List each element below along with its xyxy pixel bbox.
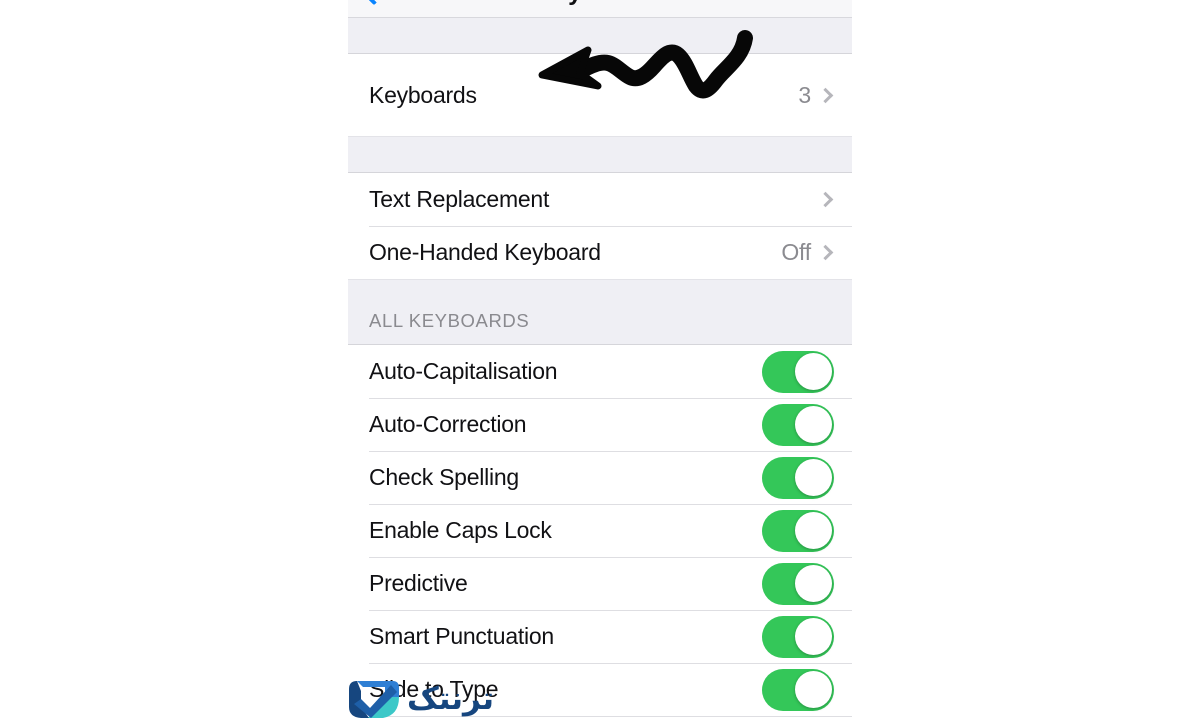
toggle-enable-caps-lock[interactable]	[762, 509, 834, 552]
chevron-right-icon	[817, 87, 834, 103]
row-label: Text Replacement	[369, 186, 550, 212]
toggle-auto-correction[interactable]	[762, 403, 834, 446]
watermark: ترنتک	[347, 677, 495, 720]
row-smart-punctuation[interactable]: Smart Punctuation	[348, 610, 852, 663]
row-keyboards[interactable]: Keyboards 3	[348, 54, 852, 136]
navigation-bar: Keyboards	[348, 0, 852, 18]
section-gap-middle	[348, 136, 852, 173]
row-accessory	[811, 191, 850, 208]
toggle-slide-to-type[interactable]	[762, 668, 834, 711]
section-gap-before-header	[348, 279, 852, 312]
toggle-predictive[interactable]	[762, 562, 834, 605]
keyboards-group: Keyboards 3	[348, 54, 852, 136]
row-label: Keyboards	[369, 81, 477, 108]
row-label: Auto-Capitalisation	[369, 358, 558, 384]
toggle-knob	[794, 353, 832, 390]
chevron-right-icon	[817, 191, 834, 208]
section-gap-top	[348, 18, 852, 54]
section-header-all-keyboards: ALL KEYBOARDS	[348, 310, 852, 345]
toggle-knob	[794, 406, 832, 443]
row-label: Predictive	[369, 570, 468, 596]
row-value: Off	[781, 239, 811, 265]
page-title: Keyboards	[348, 0, 852, 7]
toggle-smart-punctuation[interactable]	[762, 615, 834, 658]
toggle-knob	[794, 459, 832, 496]
toggle-check-spelling[interactable]	[762, 456, 834, 499]
section-header-label: ALL KEYBOARDS	[369, 310, 530, 331]
iphone-settings-screen: Keyboards Keyboards 3 Text Replacement	[348, 0, 852, 720]
row-label: Smart Punctuation	[369, 623, 554, 649]
toggle-knob	[794, 618, 832, 655]
row-label: Check Spelling	[369, 464, 519, 490]
toggle-knob	[794, 512, 832, 549]
row-label: One-Handed Keyboard	[369, 239, 601, 265]
row-text-replacement[interactable]: Text Replacement	[348, 173, 852, 226]
row-label: Enable Caps Lock	[369, 517, 552, 543]
toggle-knob	[794, 671, 832, 708]
row-check-spelling[interactable]: Check Spelling	[348, 451, 852, 504]
text-options-group: Text Replacement One-Handed Keyboard Off	[348, 173, 852, 279]
all-keyboards-group: Auto-Capitalisation Auto-Correction Chec…	[348, 345, 852, 720]
watermark-text: ترنتک	[407, 681, 495, 716]
row-auto-correction[interactable]: Auto-Correction	[348, 398, 852, 451]
row-value: 3	[798, 81, 811, 108]
row-auto-capitalisation[interactable]: Auto-Capitalisation	[348, 345, 852, 398]
row-accessory: Off	[781, 239, 850, 266]
toggle-knob	[794, 565, 832, 602]
row-enable-caps-lock[interactable]: Enable Caps Lock	[348, 504, 852, 557]
row-one-handed-keyboard[interactable]: One-Handed Keyboard Off	[348, 226, 852, 279]
chevron-right-icon	[817, 244, 834, 261]
row-predictive[interactable]: Predictive	[348, 557, 852, 610]
check-badge-logo-icon	[349, 681, 399, 718]
row-label: Auto-Correction	[369, 411, 527, 437]
row-accessory: 3	[798, 82, 850, 109]
toggle-auto-capitalisation[interactable]	[762, 350, 834, 393]
screenshot-canvas: Keyboards Keyboards 3 Text Replacement	[0, 0, 1200, 720]
